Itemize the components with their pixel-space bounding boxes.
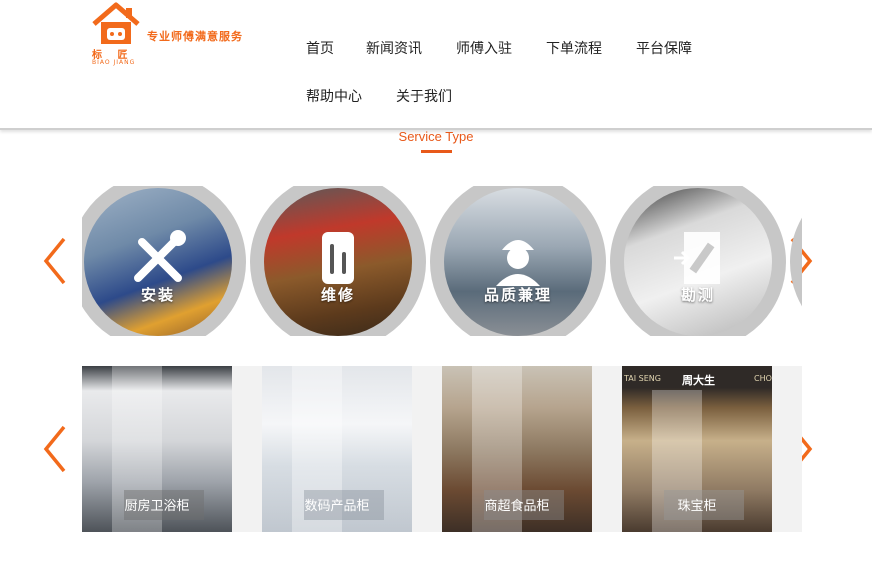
cabinet-digital[interactable]: 数码产品柜 [262, 366, 412, 532]
header: 专业师傅满意服务 标 匠 BIAO JIANG 首页 新闻资讯 师傅入驻 下单流… [0, 0, 872, 130]
sign-center: 周大生 [682, 374, 715, 387]
service-label: 维修 [320, 286, 355, 304]
service-label: 安装 [140, 286, 175, 304]
cabinet-label: 珠宝柜 [677, 499, 717, 514]
section-title-underline [421, 150, 452, 153]
section-title: Service Type [398, 129, 474, 144]
cabinet-label: 商超食品柜 [484, 499, 550, 514]
ruler-document-icon [674, 232, 720, 284]
service-label: 品质兼理 [483, 286, 552, 304]
cabinet-label: 厨房卫浴柜 [124, 499, 190, 514]
nav-home[interactable]: 首页 [306, 38, 334, 58]
nav-order-process[interactable]: 下单流程 [546, 38, 602, 58]
cabinet-supermarket-food[interactable]: 商超食品柜 [442, 366, 592, 532]
nav-help-center[interactable]: 帮助中心 [306, 86, 362, 106]
carousel-gap [772, 366, 802, 532]
carousel-gap [592, 366, 622, 532]
house-logo-icon [92, 2, 140, 44]
carousel-gap [232, 366, 262, 532]
sign-right: CHO [754, 374, 772, 383]
service-next-partial[interactable] [790, 186, 802, 336]
jewelry-store-sign: TAI SENG 周大生 CHO [622, 370, 772, 390]
service-repair[interactable]: 维修 [250, 186, 426, 336]
sign-left: TAI SENG [624, 374, 661, 383]
service-survey[interactable]: 勘测 [610, 186, 786, 336]
chevron-left-icon[interactable] [40, 236, 70, 286]
phone-repair-icon [322, 232, 354, 284]
logo-brand-en: BIAO JIANG [92, 59, 136, 66]
tools-icon [134, 230, 186, 282]
chevron-left-icon[interactable] [40, 424, 70, 474]
nav-master-join[interactable]: 师傅入驻 [456, 38, 512, 58]
carousel-gap [412, 366, 442, 532]
nav-about-us[interactable]: 关于我们 [396, 86, 452, 106]
nav-news[interactable]: 新闻资讯 [366, 38, 422, 58]
service-carousel: 安装 维修 品质兼理 勘测 [82, 186, 802, 336]
service-install[interactable]: 安装 [82, 186, 246, 336]
cabinet-label: 数码产品柜 [304, 499, 370, 514]
worker-icon [496, 240, 540, 286]
nav-platform-guarantee[interactable]: 平台保障 [636, 38, 692, 58]
logo[interactable]: 专业师傅满意服务 标 匠 BIAO JIANG [90, 2, 255, 72]
service-label: 勘测 [680, 286, 715, 304]
cabinet-kitchen-bath[interactable]: 厨房卫浴柜 [82, 366, 232, 532]
service-quality[interactable]: 品质兼理 [430, 186, 606, 336]
cabinet-jewelry[interactable]: TAI SENG 周大生 CHO 珠宝柜 [622, 366, 772, 532]
logo-slogan: 专业师傅满意服务 [147, 30, 243, 43]
